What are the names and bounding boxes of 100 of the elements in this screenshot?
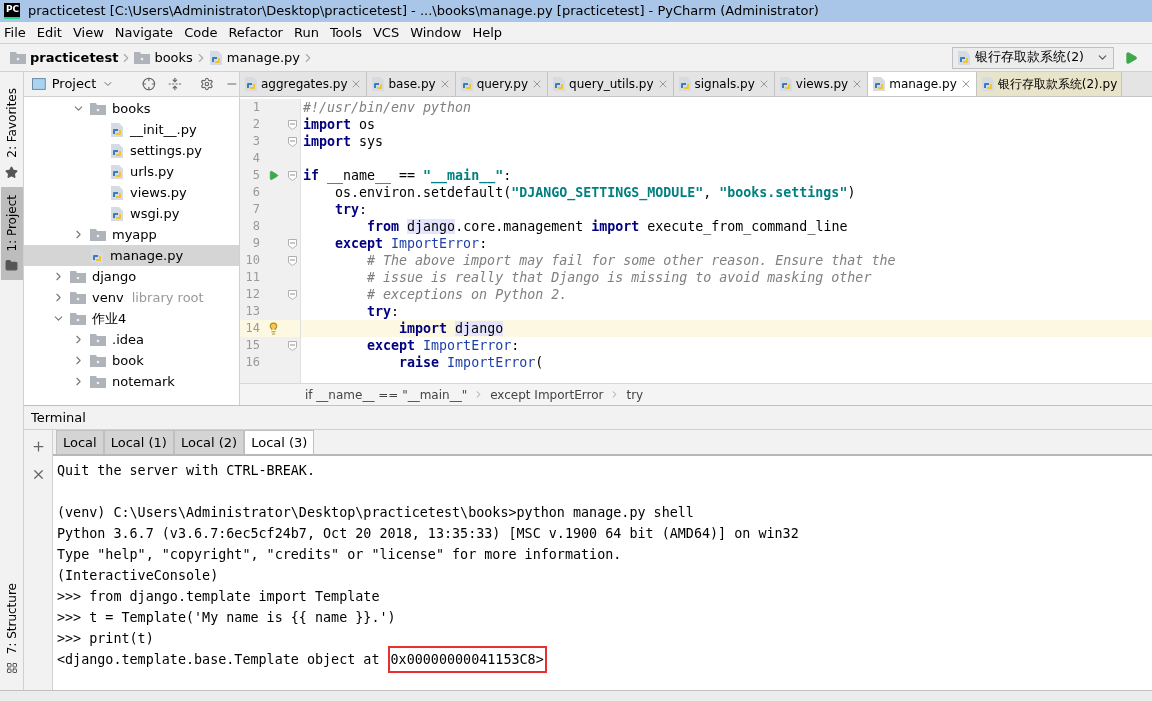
tree-item[interactable]: manage.py [24,245,239,266]
terminal-tab[interactable]: Local (3) [244,430,315,454]
menu-item[interactable]: VCS [372,22,400,43]
breadcrumb-item[interactable]: practicetest [10,47,119,68]
tree-item[interactable]: venv library root [24,287,239,308]
menu-item[interactable]: Run [293,22,319,43]
line-number: 6 [251,184,260,201]
folder-icon [70,291,86,304]
line-number: 7 [251,201,260,218]
code-breadcrumb[interactable]: try [626,385,644,404]
terminal-tab[interactable]: Local [56,430,104,454]
menu-item[interactable]: Help [472,22,503,43]
line-number: 2 [251,116,260,133]
tree-item-label: books [112,99,151,118]
folder-icon [90,333,106,346]
terminal-output[interactable] [53,456,1152,690]
menu-item[interactable]: File [4,22,26,43]
code-line: #!/usr/bin/env python [302,99,473,116]
fold-marker-icon[interactable] [287,136,297,147]
tree-item-label: wsgi.py [130,204,180,223]
menu-item[interactable]: Edit [36,22,62,43]
locate-icon[interactable] [142,77,156,91]
tree-item-hint: library root [131,288,204,307]
code-breadcrumb[interactable]: if __name__ == "__main__" [305,385,468,404]
fold-marker-icon[interactable] [287,255,297,266]
tree-item[interactable]: notemark [24,371,239,392]
tree-item[interactable]: urls.py [24,161,239,182]
tree-item-label: .idea [112,330,144,349]
code-line: try: [334,201,369,218]
editor-tab[interactable]: 银行存取款系统(2).py [976,72,1123,96]
python-file-icon [110,121,124,138]
collapse-icon[interactable] [167,77,182,91]
terminal-line: (venv) C:\Users\Administrator\Desktop\practicetest\books>python manage.py shell [57,504,695,522]
code-breadcrumb[interactable]: except ImportError [490,385,604,404]
tree-item-label: book [112,351,144,370]
editor-tab[interactable]: manage.py [868,72,977,96]
line-number: 3 [251,133,260,150]
code-line: except ImportError: [334,235,489,252]
tree-item[interactable]: views.py [24,182,239,203]
folder-icon [90,102,106,115]
tree-item[interactable]: .idea [24,329,239,350]
menu-item[interactable]: Refactor [228,22,283,43]
fold-marker-icon[interactable] [287,170,297,181]
tree-item[interactable]: books [24,98,239,119]
code-editor[interactable] [240,97,1152,383]
python-file-icon [110,205,124,222]
panel-title: Terminal [31,408,86,427]
menu-item[interactable]: Tools [329,22,362,43]
terminal-line: >>> t = Template('My name is {{ name }}.') [57,609,397,627]
fold-marker-icon[interactable] [287,340,297,351]
fold-marker-icon[interactable] [287,238,297,249]
tree-item[interactable]: myapp [24,224,239,245]
run-icon[interactable] [267,170,279,181]
tree-item[interactable]: book [24,350,239,371]
tree-item-label: views.py [130,183,187,202]
menu-item[interactable]: View [72,22,104,43]
tree-item[interactable]: 作业4 [24,308,239,329]
tool-window-tab[interactable]: 1: Project [0,186,23,281]
tree-item[interactable]: django [24,266,239,287]
line-number: 16 [244,354,260,371]
python-file-icon [677,76,692,92]
tool-window-label: 1: Project [3,194,20,252]
python-file-icon [778,76,793,92]
tree-item-label: django [92,267,137,286]
add-icon[interactable] [30,439,46,454]
terminal-tab[interactable]: Local (2) [173,430,245,454]
terminal-line: Quit the server with CTRL-BREAK. [57,462,316,480]
run-configuration-dropdown[interactable]: 银行存取款系统(2) [952,46,1114,69]
tool-window-tab[interactable]: 7: Structure [0,574,23,682]
tree-item[interactable]: settings.py [24,140,239,161]
breadcrumb-item[interactable]: books [134,47,193,68]
app-logo: PC [4,3,20,19]
folder-icon [90,354,106,367]
code-line: # exceptions on Python 2. [366,286,569,303]
settings-icon[interactable] [199,77,214,91]
python-file-icon [208,49,223,66]
tool-window-tab[interactable]: 2: Favorites [0,80,23,187]
panel-title[interactable]: Project [51,74,97,94]
terminal-tab[interactable]: Local (1) [103,430,174,454]
run-icon[interactable] [1124,50,1138,65]
code-line: from django.core.management import execute_from_command_line [366,218,849,235]
code-line: import os [302,116,377,133]
tree-item-label: myapp [112,225,157,244]
menu-item[interactable]: Navigate [114,22,174,43]
line-number: 11 [244,269,260,286]
fold-marker-icon[interactable] [287,119,297,130]
menu-item[interactable]: Window [410,22,462,43]
line-number: 5 [251,167,260,184]
menu-item[interactable]: Code [184,22,218,43]
line-number: 4 [251,150,260,167]
tree-item[interactable]: __init__.py [24,119,239,140]
python-file-icon [110,142,124,159]
folder-icon [70,270,86,283]
tree-item[interactable]: wsgi.py [24,203,239,224]
fold-marker-icon[interactable] [287,289,297,300]
python-file-icon [459,76,474,92]
line-number: 1 [251,99,260,116]
breadcrumb-item[interactable]: manage.py [208,47,300,68]
star-icon [5,165,18,179]
line-number: 8 [251,218,260,235]
